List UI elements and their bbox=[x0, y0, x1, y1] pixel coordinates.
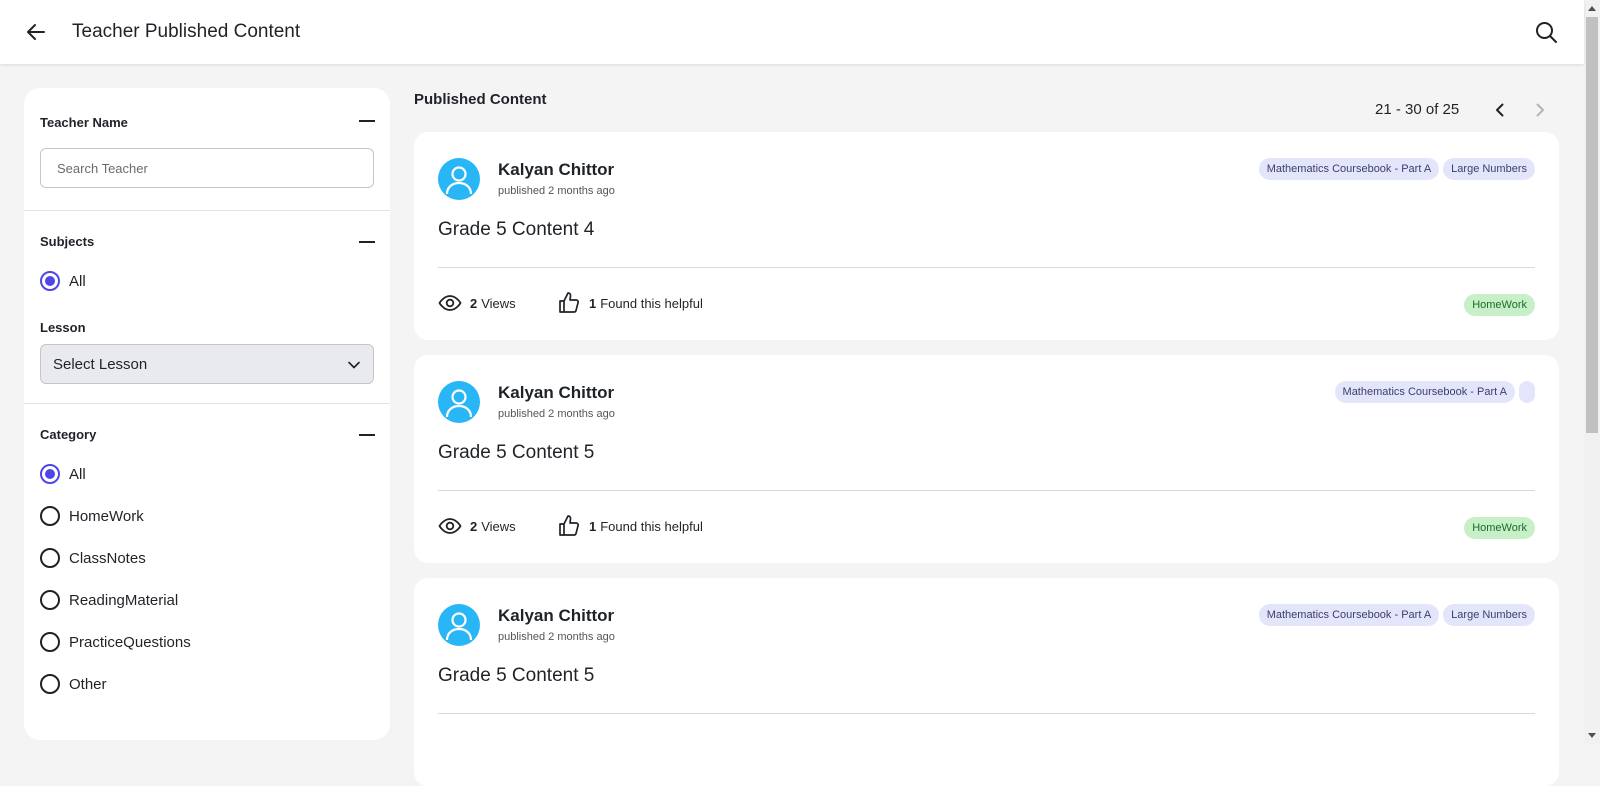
helpful-stat[interactable]: 1 Found this helpful bbox=[557, 515, 703, 537]
radio-label: ReadingMaterial bbox=[69, 591, 179, 609]
top-app-bar: Teacher Published Content bbox=[0, 0, 1584, 64]
scroll-thumb[interactable] bbox=[1586, 17, 1598, 433]
filter-sidebar: Teacher Name Subjects All Lesson Select … bbox=[24, 88, 390, 740]
subject-tags: Mathematics Coursebook - Part A Large Nu… bbox=[1258, 604, 1535, 626]
views-count: 2 bbox=[470, 295, 478, 311]
eye-icon bbox=[438, 295, 462, 311]
content-title[interactable]: Grade 5 Content 5 bbox=[438, 442, 594, 464]
scroll-up-arrow-icon[interactable] bbox=[1588, 6, 1596, 11]
search-icon bbox=[1536, 22, 1557, 43]
category-badge: HomeWork bbox=[1464, 294, 1535, 316]
lesson-tag: Large Numbers bbox=[1443, 604, 1535, 626]
search-button[interactable] bbox=[1534, 20, 1558, 44]
views-stat: 2 Views bbox=[438, 515, 516, 537]
radio-unchecked-icon[interactable] bbox=[40, 632, 60, 652]
chevron-right-icon bbox=[1536, 103, 1544, 117]
section-divider bbox=[24, 210, 390, 211]
views-label: Views bbox=[481, 518, 516, 534]
back-arrow-icon bbox=[27, 24, 45, 40]
content-card[interactable]: Kalyan Chittor published 2 months ago Ma… bbox=[414, 132, 1559, 340]
pagination-range: 21 - 30 of 25 bbox=[1375, 101, 1460, 118]
radio-checked-icon[interactable] bbox=[40, 271, 60, 291]
views-label: Views bbox=[481, 295, 516, 311]
chevron-down-icon bbox=[348, 361, 360, 369]
subject-tags: Mathematics Coursebook - Part A Large Nu… bbox=[1258, 158, 1535, 180]
eye-icon bbox=[438, 518, 462, 534]
radio-label: ClassNotes bbox=[69, 549, 146, 567]
content-title[interactable]: Grade 5 Content 4 bbox=[438, 219, 594, 241]
category-radio-homework[interactable]: HomeWork bbox=[40, 505, 144, 527]
thumbs-up-icon[interactable] bbox=[557, 291, 581, 315]
category-collapse-minus-icon[interactable] bbox=[359, 434, 375, 436]
views-count: 2 bbox=[470, 518, 478, 534]
lesson-tag bbox=[1519, 381, 1535, 403]
author-name[interactable]: Kalyan Chittor bbox=[498, 383, 614, 403]
subject-tags: Mathematics Coursebook - Part A bbox=[1334, 381, 1535, 403]
views-stat: 2 Views bbox=[438, 292, 516, 314]
user-avatar-icon bbox=[438, 381, 480, 423]
teacher-collapse-minus-icon[interactable] bbox=[359, 120, 375, 122]
content-card[interactable]: Kalyan Chittor published 2 months ago Ma… bbox=[414, 578, 1559, 786]
content-title[interactable]: Grade 5 Content 5 bbox=[438, 665, 594, 687]
subject-tag: Mathematics Coursebook - Part A bbox=[1334, 381, 1515, 403]
radio-label: HomeWork bbox=[69, 507, 144, 525]
category-radio-readingmaterial[interactable]: ReadingMaterial bbox=[40, 589, 178, 611]
published-time: published 2 months ago bbox=[498, 631, 615, 643]
user-avatar-icon bbox=[438, 158, 480, 200]
back-button[interactable] bbox=[24, 20, 48, 44]
category-radio-other[interactable]: Other bbox=[40, 673, 107, 695]
subject-radio-all[interactable]: All bbox=[40, 270, 86, 292]
radio-unchecked-icon[interactable] bbox=[40, 674, 60, 694]
radio-label: All bbox=[69, 272, 86, 290]
section-divider bbox=[24, 403, 390, 404]
category-heading: Category bbox=[40, 427, 97, 442]
user-avatar-icon bbox=[438, 604, 480, 646]
lesson-label: Lesson bbox=[40, 320, 86, 335]
page-title: Teacher Published Content bbox=[72, 21, 301, 42]
published-content-heading: Published Content bbox=[414, 91, 547, 108]
radio-checked-icon[interactable] bbox=[40, 464, 60, 484]
helpful-stat[interactable]: 1 Found this helpful bbox=[557, 292, 703, 314]
lesson-select[interactable]: Select Lesson bbox=[40, 344, 374, 384]
helpful-count: 1 bbox=[589, 518, 597, 534]
author-name[interactable]: Kalyan Chittor bbox=[498, 606, 614, 626]
lesson-tag: Large Numbers bbox=[1443, 158, 1535, 180]
category-badge: HomeWork bbox=[1464, 517, 1535, 539]
card-divider bbox=[438, 267, 1535, 268]
helpful-label: Found this helpful bbox=[600, 518, 703, 534]
thumbs-up-icon[interactable] bbox=[557, 514, 581, 538]
teacher-name-heading: Teacher Name bbox=[40, 115, 128, 130]
subjects-heading: Subjects bbox=[40, 234, 95, 249]
chevron-left-icon bbox=[1496, 103, 1504, 117]
page-scrollbar[interactable] bbox=[1584, 0, 1600, 744]
lesson-select-value: Select Lesson bbox=[53, 356, 148, 373]
radio-label: Other bbox=[69, 675, 107, 693]
category-radio-all[interactable]: All bbox=[40, 463, 86, 485]
category-radio-practicequestions[interactable]: PracticeQuestions bbox=[40, 631, 191, 653]
category-radio-classnotes[interactable]: ClassNotes bbox=[40, 547, 146, 569]
helpful-label: Found this helpful bbox=[600, 295, 703, 311]
radio-unchecked-icon[interactable] bbox=[40, 548, 60, 568]
radio-label: PracticeQuestions bbox=[69, 633, 191, 651]
helpful-count: 1 bbox=[589, 295, 597, 311]
next-page-button[interactable] bbox=[1530, 100, 1550, 120]
scroll-down-arrow-icon[interactable] bbox=[1588, 733, 1596, 738]
card-divider bbox=[438, 490, 1535, 491]
subjects-collapse-minus-icon[interactable] bbox=[359, 241, 375, 243]
radio-label: All bbox=[69, 465, 86, 483]
radio-unchecked-icon[interactable] bbox=[40, 590, 60, 610]
search-teacher-input[interactable] bbox=[40, 148, 374, 188]
subject-tag: Mathematics Coursebook - Part A bbox=[1258, 604, 1440, 626]
subject-tag: Mathematics Coursebook - Part A bbox=[1258, 158, 1440, 180]
card-divider bbox=[438, 713, 1535, 714]
content-card[interactable]: Kalyan Chittor published 2 months ago Ma… bbox=[414, 355, 1559, 563]
published-time: published 2 months ago bbox=[498, 185, 615, 197]
author-name[interactable]: Kalyan Chittor bbox=[498, 160, 614, 180]
published-time: published 2 months ago bbox=[498, 408, 615, 420]
radio-unchecked-icon[interactable] bbox=[40, 506, 60, 526]
previous-page-button[interactable] bbox=[1490, 100, 1510, 120]
